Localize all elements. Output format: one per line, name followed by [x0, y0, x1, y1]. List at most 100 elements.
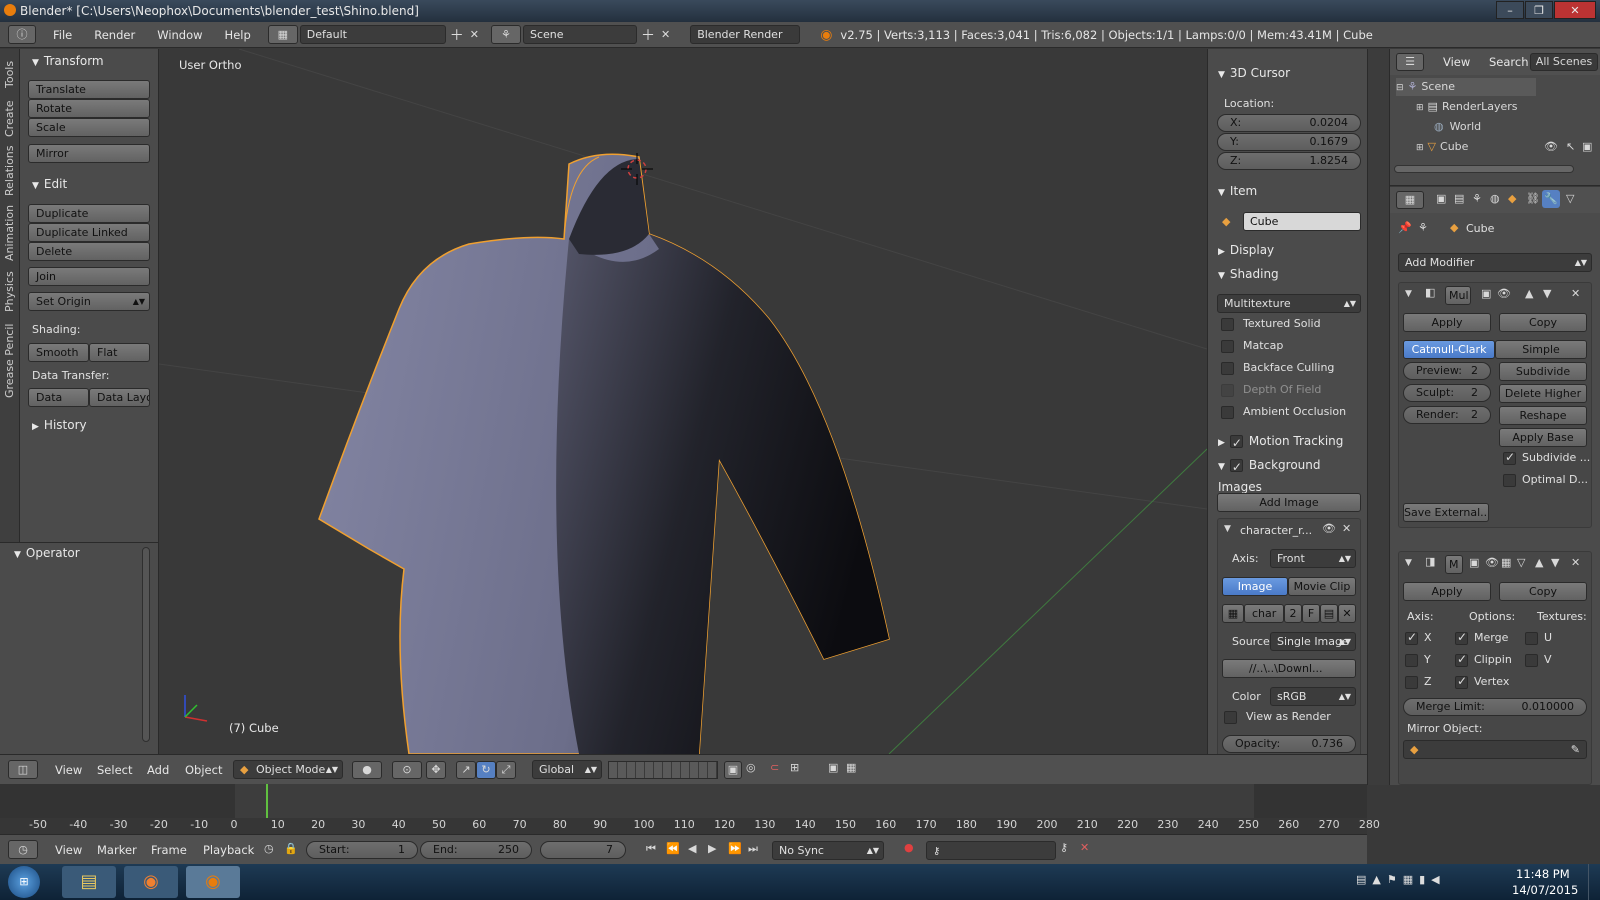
set-origin-dropdown[interactable]: Set Origin ▲▼ [28, 292, 150, 311]
smooth-button[interactable]: Smooth [28, 343, 89, 362]
minimize-button[interactable]: – [1496, 1, 1524, 19]
remove-layout-icon[interactable]: ✕ [470, 28, 479, 41]
delete-button[interactable]: Delete [28, 242, 150, 261]
visibility-eye-icon[interactable]: 👁 [1544, 138, 1558, 156]
play-reverse-icon[interactable]: ◀ [688, 842, 696, 855]
image-fake-user-button[interactable]: F [1302, 604, 1320, 623]
mod2-render-toggle-icon[interactable]: ▣ [1469, 556, 1479, 569]
lock-icon[interactable]: 🔒 [284, 842, 298, 855]
mod2-cage-toggle-icon[interactable]: ▽ [1517, 556, 1525, 569]
jump-end-icon[interactable]: ⏭ [748, 842, 758, 856]
mod2-move-up-icon[interactable]: ▲ [1535, 556, 1543, 569]
shading-mode-dropdown[interactable]: Multitexture ▲▼ [1217, 294, 1361, 313]
keying-set-field[interactable]: ⚷ [926, 841, 1056, 860]
view3d-menu-object[interactable]: Object [174, 763, 233, 777]
menu-window[interactable]: Window [146, 28, 213, 42]
tab-world-icon[interactable]: ◍ [1490, 192, 1500, 205]
duplicate-linked-button[interactable]: Duplicate Linked [28, 223, 150, 242]
optimal-display-checkbox[interactable]: Optimal D... [1503, 473, 1588, 487]
panel-scrollbar[interactable] [142, 547, 150, 742]
sync-mode-dropdown[interactable]: No Sync ▲▼ [772, 841, 884, 860]
mirror-v-checkbox[interactable]: V [1525, 653, 1552, 667]
add-scene-icon[interactable]: ＋ [641, 25, 655, 45]
data-layout-button[interactable]: Data Layo [89, 388, 150, 407]
clock-date[interactable]: 14/07/2015 [1512, 883, 1578, 897]
tab-physics[interactable]: Physics [3, 267, 17, 317]
image-path-field[interactable]: //..\..\Downl... [1222, 659, 1356, 678]
tab-create[interactable]: Create [3, 99, 17, 139]
subdivide-uvs-checkbox[interactable]: Subdivide ... [1503, 450, 1590, 465]
clock-time[interactable]: 11:48 PM [1516, 867, 1570, 881]
render-animation-icon[interactable]: ▦ [846, 761, 856, 774]
cursor-z-field[interactable]: Z: 1.8254 [1217, 152, 1361, 170]
mod2-viewport-toggle-icon[interactable]: 👁 [1485, 556, 1499, 569]
current-frame-field[interactable]: 7 [540, 841, 626, 859]
play-icon[interactable]: ▶ [708, 842, 716, 855]
timeline-menu-marker[interactable]: Marker [86, 843, 148, 857]
mirror-merge-checkbox[interactable]: Merge [1455, 630, 1508, 645]
layout-selector[interactable]: Default [299, 25, 446, 44]
render-preview-icon[interactable]: ▣ [828, 761, 838, 774]
shading-panel-header[interactable]: ▼ Shading [1212, 264, 1279, 284]
bg-image-tab[interactable]: Image [1222, 577, 1288, 596]
item-panel-header[interactable]: ▼ Item [1212, 181, 1257, 201]
image-name-field[interactable]: char [1244, 604, 1284, 623]
reshape-button[interactable]: Reshape [1499, 406, 1587, 425]
timeline-menu-playback[interactable]: Playback [192, 843, 265, 857]
translate-manipulator-icon[interactable]: ↗ [456, 761, 476, 779]
mod1-viewport-toggle-icon[interactable]: 👁 [1497, 287, 1511, 300]
jump-keyframe-back-icon[interactable]: ⏪ [666, 842, 680, 855]
scale-manipulator-icon[interactable]: ⤢ [496, 761, 516, 779]
tab-object-icon[interactable]: ◆ [1508, 192, 1516, 205]
tab-modifiers-icon[interactable]: 🔧 [1542, 190, 1560, 208]
menu-file[interactable]: File [42, 28, 83, 42]
data-button[interactable]: Data [28, 388, 89, 407]
record-icon[interactable]: ● [904, 841, 914, 854]
viewport-3d[interactable]: User Ortho (7) Cube [159, 49, 1207, 754]
tab-grease-pencil[interactable]: Grease Pencil [3, 321, 17, 401]
current-frame-indicator[interactable] [265, 784, 268, 818]
outliner-item-renderlayers[interactable]: ⊞ ▤ RenderLayers [1416, 98, 1518, 116]
cursor-x-field[interactable]: X: 0.0204 [1217, 114, 1361, 132]
remove-scene-icon[interactable]: ✕ [661, 28, 670, 41]
mirror-clipping-checkbox[interactable]: Clippin [1455, 652, 1512, 667]
tab-data-icon[interactable]: ▽ [1566, 192, 1574, 205]
cursor-y-field[interactable]: Y: 0.1679 [1217, 133, 1361, 151]
rotate-manipulator-icon[interactable]: ↻ [476, 761, 496, 779]
add-layout-icon[interactable]: ＋ [450, 25, 464, 45]
end-frame-field[interactable]: End: 250 [420, 841, 532, 859]
snap-magnet-icon[interactable]: ⊂ [770, 761, 779, 774]
preview-levels-field[interactable]: Preview: 2 [1403, 362, 1491, 380]
tab-animation[interactable]: Animation [3, 203, 17, 263]
start-frame-field[interactable]: Start: 1 [306, 841, 418, 859]
timeline-editor-icon[interactable]: ◷ [8, 840, 38, 859]
edit-panel-header[interactable]: ▼ Edit [26, 174, 67, 194]
opacity-field[interactable]: Opacity: 0.736 [1222, 735, 1356, 753]
layout-icon[interactable]: ▦ [267, 25, 298, 44]
apply-base-button[interactable]: Apply Base [1499, 428, 1587, 447]
outliner-menu-view[interactable]: View [1432, 55, 1481, 69]
shading-check-ambient-occlusion[interactable]: Ambient Occlusion [1221, 405, 1346, 419]
color-space-dropdown[interactable]: sRGB ▲▼ [1270, 687, 1356, 706]
start-button-icon[interactable]: ⊞ [8, 866, 40, 898]
timeline[interactable]: -50 -40 -30 -20 -10 0 10 20 30 40 50 60 70 80 90 100 110… [0, 784, 1380, 834]
mirror-vertex-checkbox[interactable]: Vertex [1455, 674, 1509, 689]
outliner-item-cube[interactable]: ⊞ ▽ Cube 👁 ↖ ▣ [1416, 138, 1596, 156]
render-engine-selector[interactable]: Blender Render [690, 25, 801, 44]
mod1-apply-button[interactable]: Apply [1403, 313, 1491, 332]
image-open-icon[interactable]: ▤ [1320, 604, 1338, 623]
image-browse-icon[interactable]: ▦ [1222, 604, 1244, 623]
close-button[interactable]: ✕ [1554, 1, 1596, 19]
mod1-copy-button[interactable]: Copy [1499, 313, 1587, 332]
add-image-button[interactable]: Add Image [1217, 493, 1361, 512]
outliner-item-scene[interactable]: ⊟ ⚘ Scene [1396, 78, 1536, 96]
mod2-move-down-icon[interactable]: ▼ [1551, 556, 1559, 569]
outliner-scrollbar[interactable] [1394, 165, 1574, 173]
flat-button[interactable]: Flat [89, 343, 150, 362]
mod2-collapse-icon[interactable]: ▼ [1405, 558, 1412, 568]
snap-element-icon[interactable]: ⊞ [790, 761, 799, 774]
operator-panel-header[interactable]: ▼ Operator [8, 543, 80, 563]
mirror-axis-x-checkbox[interactable]: X [1405, 630, 1432, 645]
delete-keyframe-icon[interactable]: ✕ [1080, 841, 1089, 854]
sculpt-levels-field[interactable]: Sculpt: 2 [1403, 384, 1491, 402]
